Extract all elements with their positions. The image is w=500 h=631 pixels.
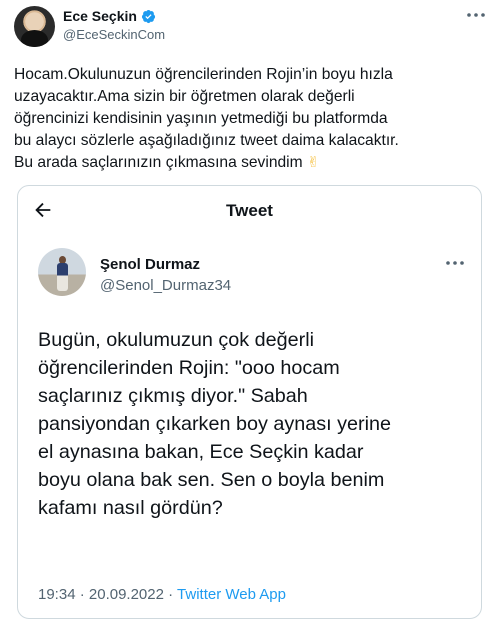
more-dots-icon[interactable] [466,8,486,22]
quoted-text-line: pansiyondan çıkarken boy aynası yerine [38,413,391,435]
meta-separator: · [168,586,174,603]
quoted-source-link[interactable]: Twitter Web App [177,586,286,603]
quoted-text-line: saçlarınız çıkmış diyor." Sabah [38,385,308,407]
tweet-text-line-content: Bu arada saçlarınızın çıkmasına sevindim [14,154,303,171]
quoted-text-line: Bugün, okulumuzun çok değerli [38,329,315,351]
quoted-header: Tweet [18,186,481,234]
quoted-text-line: el aynasına bakan, Ece Seçkin kadar [38,441,364,463]
quoted-text-line: kafamı nasıl gördün? [38,497,223,519]
quoted-tweet-screenshot[interactable]: Tweet Şenol Durmaz @Senol_Durmaz34 Bugün… [17,185,482,619]
author-name-row[interactable]: Ece Seçkin [63,8,156,24]
verified-badge-icon [141,9,156,23]
tweet-text-line: Bu arada saçlarınızın çıkmasına sevindim… [14,152,488,174]
tweet-text: Hocam.Okulunuzun öğrencilerinden Rojin’i… [14,64,488,174]
tweet: Ece Seçkin @EceSeckinCom Hocam.Okulunuzu… [0,0,500,631]
quoted-text-line: boyu olana bak sen. Sen o boyla benim [38,469,385,491]
author-name[interactable]: Ece Seçkin [63,8,137,24]
meta-separator: · [79,586,85,603]
quoted-date[interactable]: 20.09.2022 [89,586,164,603]
quoted-tweet-meta: 19:34 · 20.09.2022 · Twitter Web App [38,586,286,603]
quoted-author-handle[interactable]: @Senol_Durmaz34 [100,277,231,294]
victory-hand-emoji: ✌ [306,154,320,171]
tweet-text-line: uzayacaktır.Ama sizin bir öğretmen olara… [14,88,355,105]
author-handle[interactable]: @EceSeckinCom [63,27,165,42]
quoted-tweet-text: Bugün, okulumuzun çok değerli öğrenciler… [38,326,468,522]
quoted-author-avatar[interactable] [38,248,86,296]
quoted-more-dots-icon[interactable] [445,256,465,270]
tweet-text-line: bu alaycı sözlerle aşağıladığınız tweet … [14,132,399,149]
quoted-text-line: öğrencilerinden Rojin: "ooo hocam [38,357,340,379]
tweet-text-line: öğrencinizi kendisinin yaşının yetmediği… [14,110,388,127]
quoted-header-title: Tweet [226,201,273,220]
author-avatar[interactable] [14,6,55,47]
quoted-author-name[interactable]: Şenol Durmaz [100,256,200,273]
quoted-time[interactable]: 19:34 [38,586,76,603]
tweet-text-line: Hocam.Okulunuzun öğrencilerinden Rojin’i… [14,66,393,83]
